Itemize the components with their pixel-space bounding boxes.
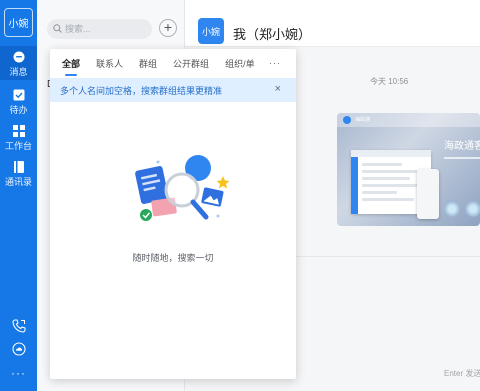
rail-item-todo[interactable]: 待办 xyxy=(0,88,37,116)
more-icon[interactable]: ··· xyxy=(11,365,26,380)
cloud-icon[interactable] xyxy=(11,341,26,356)
card-header-text: 海政通 xyxy=(355,117,371,123)
tab-all[interactable]: 全部 xyxy=(62,49,80,78)
input-hint: Enter 发送 xyxy=(444,369,480,378)
message-timestamp: 今天 10:56 xyxy=(370,77,409,86)
search-popup: 全部 联系人 群组 公开群组 组织/单位 ··· 多个人名间加空格，搜索群组结果… xyxy=(50,49,296,379)
rail-item-label: 待办 xyxy=(9,105,28,115)
chat-bubble-icon xyxy=(12,50,25,63)
card-header: 海政通 xyxy=(337,113,480,127)
chat-title: 我（郑小婉） xyxy=(233,27,312,42)
more-tabs-button[interactable]: ··· xyxy=(269,58,281,68)
card-divider xyxy=(444,157,480,159)
search-tabs: 全部 联系人 群组 公开群组 组织/单位 ··· xyxy=(50,49,296,78)
search-input[interactable] xyxy=(65,24,145,34)
phone-icon[interactable] xyxy=(11,318,26,333)
search-icon xyxy=(53,20,62,38)
feature-bubble xyxy=(444,201,460,217)
left-rail: 小婉 消息 待办 工作台 通讯录 ··· xyxy=(0,0,37,391)
user-avatar[interactable]: 小婉 xyxy=(4,8,33,37)
search-tip-banner: 多个人名间加空格，搜索群组结果更精准 × xyxy=(50,78,296,102)
rail-item-label: 工作台 xyxy=(4,141,32,151)
feature-bubble xyxy=(465,201,480,217)
rail-item-messages[interactable]: 消息 xyxy=(0,46,37,80)
card-slogan: 海政通客户 xyxy=(444,141,480,152)
search-empty-illustration xyxy=(130,154,230,232)
tab-organizations[interactable]: 组织/单位 xyxy=(225,49,255,78)
tab-groups[interactable]: 群组 xyxy=(139,49,157,78)
tab-public-groups[interactable]: 公开群组 xyxy=(173,49,209,78)
close-icon[interactable]: × xyxy=(275,83,281,95)
search-box[interactable] xyxy=(47,19,152,39)
chat-header: 小婉 我（郑小婉） xyxy=(185,0,480,47)
add-button[interactable]: + xyxy=(159,19,177,37)
chat-avatar[interactable]: 小婉 xyxy=(198,18,224,44)
image-message[interactable]: 海政通 海政通客户 xyxy=(337,113,480,226)
book-icon xyxy=(12,160,25,173)
rail-item-workbench[interactable]: 工作台 xyxy=(0,124,37,152)
rail-item-contacts[interactable]: 通讯录 xyxy=(0,160,37,188)
rail-item-label: 消息 xyxy=(9,67,28,77)
grid-icon xyxy=(12,124,25,137)
search-empty-text: 随时随地，搜索一切 xyxy=(132,253,214,263)
rail-item-label: 通讯录 xyxy=(4,177,32,187)
search-tip-text: 多个人名间加空格，搜索群组结果更精准 xyxy=(60,85,223,96)
tab-contacts[interactable]: 联系人 xyxy=(96,49,123,78)
checkbox-icon xyxy=(12,88,25,101)
phone-screenshot xyxy=(417,169,439,219)
app-logo-icon xyxy=(343,116,351,124)
